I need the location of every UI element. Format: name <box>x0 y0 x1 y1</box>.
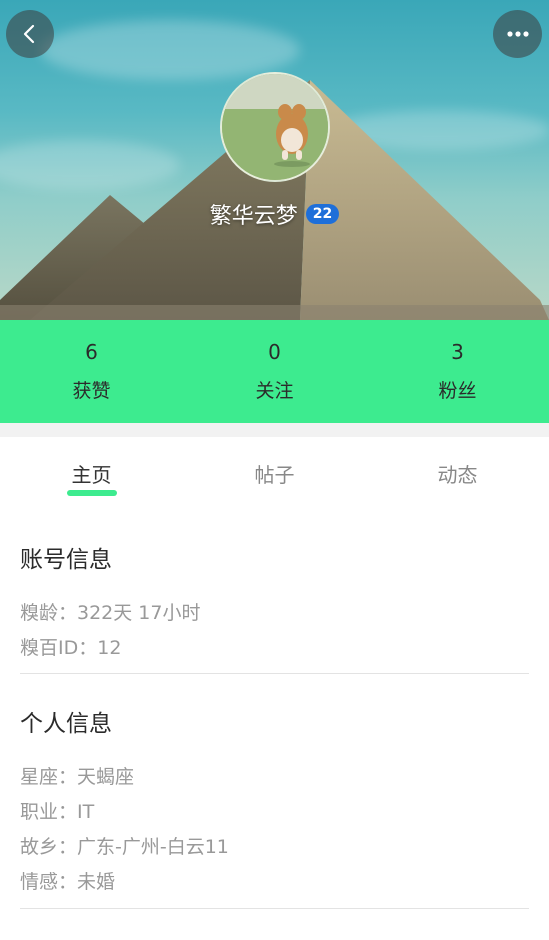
stat-following[interactable]: 0 关注 <box>183 320 366 423</box>
section-divider <box>0 423 549 437</box>
tab-activity[interactable]: 动态 <box>366 437 549 507</box>
account-info-section: 账号信息 糗龄：322天 17小时 糗百ID：12 <box>20 540 529 666</box>
stat-followers-label: 粉丝 <box>438 380 477 402</box>
more-dots-icon <box>506 31 529 37</box>
stat-followers[interactable]: 3 粉丝 <box>366 320 549 423</box>
more-button[interactable] <box>493 10 542 58</box>
stat-followers-value: 3 <box>451 340 464 364</box>
back-button[interactable] <box>6 10 54 58</box>
divider <box>20 908 529 909</box>
profile-tabs: 主页 帖子 动态 <box>0 437 549 507</box>
active-tab-indicator <box>66 490 117 496</box>
stat-following-value: 0 <box>268 340 281 364</box>
tab-posts[interactable]: 帖子 <box>183 437 366 507</box>
hometown: 故乡：广东-广州-白云11 <box>20 836 229 858</box>
occupation: 职业：IT <box>20 801 95 823</box>
stat-likes-label: 获赞 <box>72 380 111 402</box>
account-age: 糗龄：322天 17小时 <box>20 602 201 624</box>
tab-home-label: 主页 <box>71 463 112 487</box>
corgi-dog-image <box>222 74 328 180</box>
zodiac: 星座：天蝎座 <box>20 766 135 788</box>
level-badge: 22 <box>305 204 340 224</box>
personal-info-section: 个人信息 星座：天蝎座 职业：IT 故乡：广东-广州-白云11 情感：未婚 <box>20 704 529 900</box>
tab-activity-label: 动态 <box>437 463 478 487</box>
account-id: 糗百ID：12 <box>20 637 122 659</box>
username: 繁华云梦 <box>209 204 298 229</box>
stat-likes[interactable]: 6 获赞 <box>0 320 183 423</box>
relationship-status: 情感：未婚 <box>20 871 116 893</box>
stats-bar: 6 获赞 0 关注 3 粉丝 <box>0 320 549 423</box>
username-row: 繁华云梦 22 <box>0 198 549 230</box>
tab-home[interactable]: 主页 <box>0 437 183 507</box>
profile-cover: 繁华云梦 22 <box>0 0 549 320</box>
tab-posts-label: 帖子 <box>254 463 295 487</box>
divider <box>20 673 529 674</box>
stat-likes-value: 6 <box>85 340 98 364</box>
stat-following-label: 关注 <box>255 380 294 402</box>
avatar[interactable] <box>220 72 330 182</box>
chevron-left-icon <box>23 24 35 44</box>
account-info-title: 账号信息 <box>20 547 112 573</box>
personal-info-title: 个人信息 <box>20 711 112 737</box>
